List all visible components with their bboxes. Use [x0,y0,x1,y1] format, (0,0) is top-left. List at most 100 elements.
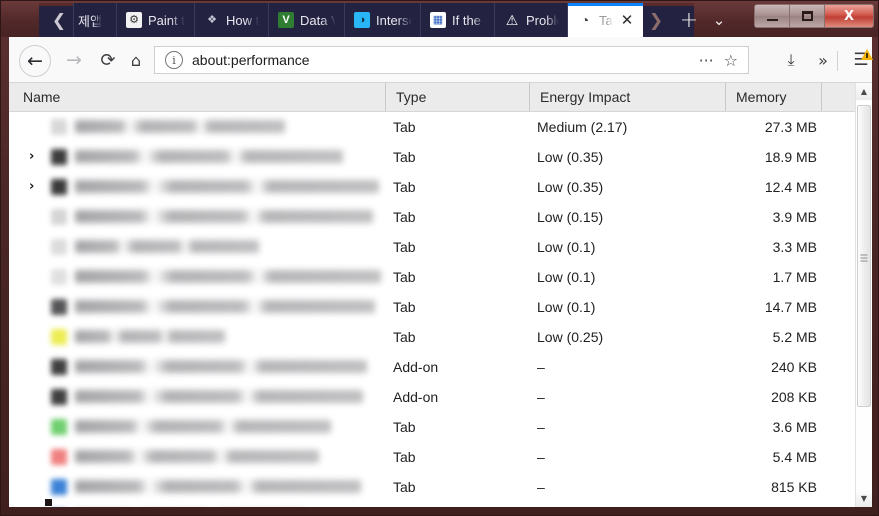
cell-type: Tab [393,329,416,345]
scrollbar-grip-icon [860,253,868,262]
row-favicon-icon [51,179,67,195]
tab-close-icon[interactable]: ✕ [621,12,634,28]
column-header-energy[interactable]: Energy Impact [529,83,725,111]
reload-icon[interactable]: ⟳ [93,45,123,75]
minimize-button[interactable] [755,5,790,27]
back-icon[interactable]: ← [19,45,51,77]
scroll-up-arrow-icon[interactable]: ▲ [856,83,872,100]
cell-energy: – [537,479,545,495]
cell-energy: Low (0.1) [537,299,596,315]
table-row[interactable]: Add-on – 240 KB [9,352,872,382]
table-row[interactable] [9,502,872,507]
tab-item[interactable]: 제앱 [73,3,117,37]
forward-icon[interactable]: → [59,45,89,75]
cell-type: Tab [393,239,416,255]
expand-chevron-icon[interactable]: › [29,142,41,172]
cell-memory: 3.6 MB [772,419,817,435]
new-tab-button[interactable]: + [673,5,705,35]
table-row[interactable]: Add-on – 208 KB [9,382,872,412]
table-row[interactable]: Tab Medium (2.17) 27.3 MB [9,112,872,142]
cell-type: Tab [393,269,416,285]
toolbar-divider [837,51,838,71]
cell-type: Tab [393,449,416,465]
cell-energy: – [537,359,545,375]
cell-memory: 3.3 MB [772,239,817,255]
cell-type: Tab [393,419,416,435]
tab-label: 제앱 [78,13,102,29]
page-actions-icon[interactable]: ⋯ [699,51,715,69]
cell-name: › [9,142,385,172]
close-button[interactable]: X [825,5,873,27]
table-row[interactable]: Tab Low (0.1) 3.3 MB [9,232,872,262]
tab-item[interactable]: V Data V [269,3,345,37]
table-row[interactable]: Tab – 815 KB [9,472,872,502]
cell-name [9,232,385,262]
tab-item[interactable]: ⚙ Paint t [117,3,195,37]
tab-strip: ❮ 제앱 ⚙ Paint t ❖ How t V Data V ◑ Inters… [1,1,878,37]
home-icon[interactable]: ⌂ [121,45,151,75]
tab-item-active[interactable]: ◔ Ta ✕ [568,3,643,37]
cell-name [9,412,385,442]
cell-name [9,322,385,352]
row-name-text [75,270,381,283]
expand-chevron-icon[interactable]: › [29,172,41,202]
scroll-down-arrow-icon[interactable]: ▼ [856,490,872,507]
column-header-type[interactable]: Type [385,83,529,111]
url-input[interactable]: about:performance [192,52,690,68]
row-favicon-icon [51,389,67,405]
row-name-text [75,360,367,373]
scroll-tabs-right-icon[interactable]: ❯ [642,5,670,37]
tab-item[interactable]: ⚠ Proble [495,3,568,37]
cell-type [393,502,533,507]
cell-energy: Low (0.15) [537,209,604,225]
tab-item[interactable]: ❖ How t [195,3,269,37]
row-name-text [75,330,225,343]
cell-type: Add-on [393,359,439,375]
table-row[interactable]: Tab Low (0.25) 5.2 MB [9,322,872,352]
scroll-tabs-left-icon[interactable]: ❮ [45,5,73,37]
row-favicon-icon [51,419,67,435]
cell-energy: – [537,389,545,405]
row-name-text [75,240,259,253]
site-identity-icon[interactable]: i [165,51,183,69]
tab-label: Interse [376,12,412,28]
table-body: Tab Medium (2.17) 27.3 MB › Tab Low (0.35) 18.… [9,112,872,507]
table-row[interactable]: Tab – 5.4 MB [9,442,872,472]
address-bar[interactable]: i about:performance ⋯ ☆ [154,46,749,74]
cell-energy: Medium (2.17) [537,119,628,135]
scrollbar-track[interactable] [856,100,872,490]
tab-item[interactable]: ▦ If the I [421,3,495,37]
column-header-name[interactable]: Name [15,83,385,111]
cell-energy: Low (0.1) [537,239,596,255]
cell-name: › [9,172,385,202]
table-header-row: Name Type Energy Impact Memory [9,83,872,112]
table-row[interactable]: › Tab Low (0.35) 18.9 MB [9,142,872,172]
cell-name [9,442,385,472]
table-row[interactable]: Tab – 3.6 MB [9,412,872,442]
row-favicon-icon [51,359,67,375]
cell-energy: Low (0.35) [537,149,604,165]
vertical-scrollbar[interactable]: ▲ ▼ [855,83,872,507]
tab-favicon-icon: ◔ [580,12,590,28]
bookmark-star-icon[interactable]: ☆ [724,51,738,70]
scrollbar-thumb[interactable] [857,105,871,407]
cell-energy: – [537,449,545,465]
table-row[interactable]: › Tab Low (0.35) 12.4 MB [9,172,872,202]
table-row[interactable]: Tab Low (0.1) 1.7 MB [9,262,872,292]
row-name-text [75,390,363,403]
window-controls: X [754,4,874,28]
row-favicon-icon [51,239,67,255]
table-row[interactable]: Tab Low (0.1) 14.7 MB [9,292,872,322]
cell-type: Tab [393,119,416,135]
cell-type: Tab [393,179,416,195]
downloads-icon[interactable]: ⤓ [777,46,805,74]
restore-button[interactable] [790,5,825,27]
tab-item[interactable]: ◑ Interse [345,3,421,37]
cell-memory: 18.9 MB [764,149,817,165]
list-all-tabs-icon[interactable]: ⌄ [703,5,735,35]
cell-name [9,202,385,232]
row-name-text [75,120,285,133]
column-header-memory[interactable]: Memory [725,83,821,111]
table-row[interactable]: Tab Low (0.15) 3.9 MB [9,202,872,232]
overflow-chevron-icon[interactable]: » [809,46,837,74]
